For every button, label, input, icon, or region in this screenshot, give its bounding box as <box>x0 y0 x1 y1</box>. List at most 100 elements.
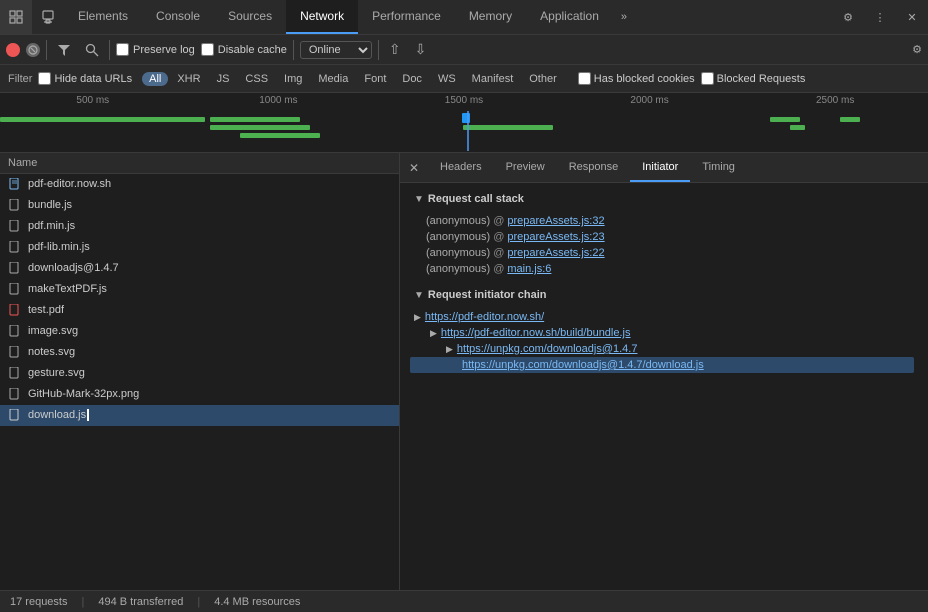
chain-triangle-2: ▶ <box>446 344 453 355</box>
clear-button[interactable] <box>26 43 40 57</box>
request-count: 17 requests <box>10 596 67 608</box>
file-type-icon <box>8 408 22 422</box>
timeline-label-0: 500 ms <box>0 95 186 106</box>
filter-pill-all[interactable]: All <box>142 72 168 86</box>
chain-link-0[interactable]: https://pdf-editor.now.sh/ <box>425 311 544 323</box>
tab-sources[interactable]: Sources <box>214 0 286 34</box>
search-icon[interactable] <box>81 41 103 59</box>
file-list-scroll[interactable]: pdf-editor.now.sh bundle.js pdf.min.js p… <box>0 174 399 590</box>
export-har-button[interactable]: ⇩ <box>411 41 431 58</box>
filter-pill-js[interactable]: JS <box>210 72 237 86</box>
timeline-label-1: 1000 ms <box>186 95 372 106</box>
call-stack-item: (anonymous) @ prepareAssets.js:23 <box>414 229 914 245</box>
timeline-label-2: 1500 ms <box>371 95 557 106</box>
file-row-selected[interactable]: download.js <box>0 405 399 426</box>
file-row[interactable]: GitHub-Mark-32px.png <box>0 384 399 405</box>
toolbar-divider-3 <box>293 40 294 60</box>
throttle-select[interactable]: Online Slow 3G Fast 3G <box>300 41 372 59</box>
chain-item-1[interactable]: ▶ https://pdf-editor.now.sh/build/bundle… <box>414 325 914 341</box>
file-type-icon <box>8 219 22 233</box>
file-row[interactable]: image.svg <box>0 321 399 342</box>
tab-elements[interactable]: Elements <box>64 0 142 34</box>
disable-cache-checkbox[interactable]: Disable cache <box>201 43 287 56</box>
filter-pill-img[interactable]: Img <box>277 72 309 86</box>
more-tabs-button[interactable]: » <box>613 0 635 34</box>
tab-preview[interactable]: Preview <box>494 153 557 182</box>
file-type-icon <box>8 366 22 380</box>
filter-pill-font[interactable]: Font <box>357 72 393 86</box>
filter-pill-css[interactable]: CSS <box>238 72 275 86</box>
close-detail-button[interactable]: ✕ <box>400 153 428 182</box>
status-bar: 17 requests | 494 B transferred | 4.4 MB… <box>0 590 928 612</box>
filter-pill-ws[interactable]: WS <box>431 72 463 86</box>
tab-performance[interactable]: Performance <box>358 0 455 34</box>
filter-pill-manifest[interactable]: Manifest <box>465 72 521 86</box>
file-row[interactable]: gesture.svg <box>0 363 399 384</box>
call-link-1[interactable]: prepareAssets.js:23 <box>507 231 604 243</box>
call-stack-item: (anonymous) @ prepareAssets.js:22 <box>414 245 914 261</box>
chain-item-0[interactable]: ▶ https://pdf-editor.now.sh/ <box>414 309 914 325</box>
file-type-icon <box>8 345 22 359</box>
preserve-log-checkbox[interactable]: Preserve log <box>116 43 195 56</box>
import-har-button[interactable]: ⇧ <box>385 41 405 58</box>
toolbar-divider-4 <box>378 40 379 60</box>
tab-console[interactable]: Console <box>142 0 214 34</box>
tab-timing[interactable]: Timing <box>690 153 747 182</box>
network-settings-button[interactable]: ⚙ <box>912 43 922 56</box>
collapse-triangle: ▼ <box>414 194 424 205</box>
tabs-right-icons: ⚙ ⋮ ✕ <box>832 0 928 34</box>
file-row[interactable]: pdf-editor.now.sh <box>0 174 399 195</box>
file-row[interactable]: pdf.min.js <box>0 216 399 237</box>
initiator-panel: ▼ Request call stack (anonymous) @ prepa… <box>400 183 928 590</box>
tab-headers[interactable]: Headers <box>428 153 494 182</box>
filter-label: Filter <box>8 73 32 85</box>
waterfall-chart <box>0 111 928 151</box>
chain-link-2[interactable]: https://unpkg.com/downloadjs@1.4.7 <box>457 343 638 355</box>
blocked-cookies-checkbox[interactable]: Has blocked cookies <box>578 72 695 85</box>
chain-item-3-highlighted[interactable]: https://unpkg.com/downloadjs@1.4.7/downl… <box>410 357 914 373</box>
blocked-requests-checkbox[interactable]: Blocked Requests <box>701 72 806 85</box>
filter-pill-media[interactable]: Media <box>311 72 355 86</box>
file-row[interactable]: bundle.js <box>0 195 399 216</box>
filter-pill-xhr[interactable]: XHR <box>170 72 207 86</box>
timeline-label-3: 2000 ms <box>557 95 743 106</box>
chain-link-1[interactable]: https://pdf-editor.now.sh/build/bundle.j… <box>441 327 631 339</box>
file-row[interactable]: makeTextPDF.js <box>0 279 399 300</box>
file-list-panel: Name pdf-editor.now.sh bundle.js pdf.min… <box>0 153 400 590</box>
filter-pill-doc[interactable]: Doc <box>395 72 429 86</box>
hide-data-urls-checkbox[interactable]: Hide data URLs <box>38 72 132 85</box>
tab-initiator[interactable]: Initiator <box>630 153 690 182</box>
tab-memory[interactable]: Memory <box>455 0 526 34</box>
file-row[interactable]: downloadjs@1.4.7 <box>0 258 399 279</box>
file-type-icon <box>8 177 22 191</box>
file-row[interactable]: notes.svg <box>0 342 399 363</box>
tab-network[interactable]: Network <box>286 0 358 34</box>
call-stack-item: (anonymous) @ main.js:6 <box>414 261 914 277</box>
call-link-0[interactable]: prepareAssets.js:32 <box>507 215 604 227</box>
tab-application[interactable]: Application <box>526 0 613 34</box>
call-link-3[interactable]: main.js:6 <box>507 263 551 275</box>
main-content: Name pdf-editor.now.sh bundle.js pdf.min… <box>0 153 928 590</box>
file-row[interactable]: pdf-lib.min.js <box>0 237 399 258</box>
close-icon[interactable]: ✕ <box>896 0 928 35</box>
more-options-icon[interactable]: ⋮ <box>864 0 896 35</box>
file-type-icon <box>8 240 22 254</box>
tab-response[interactable]: Response <box>557 153 631 182</box>
file-row[interactable]: test.pdf <box>0 300 399 321</box>
call-stack-header: ▼ Request call stack <box>414 193 914 205</box>
cursor-indicator <box>87 409 89 421</box>
timeline-area: 500 ms 1000 ms 1500 ms 2000 ms 2500 ms <box>0 93 928 153</box>
call-link-2[interactable]: prepareAssets.js:22 <box>507 247 604 259</box>
chain-triangle-1: ▶ <box>430 328 437 339</box>
settings-icon[interactable]: ⚙ <box>832 0 864 35</box>
filter-icon[interactable] <box>53 41 75 59</box>
inspect-icon[interactable] <box>0 0 32 34</box>
chain-item-2[interactable]: ▶ https://unpkg.com/downloadjs@1.4.7 <box>414 341 914 357</box>
file-type-icon <box>8 303 22 317</box>
filter-row: Filter Hide data URLs All XHR JS CSS Img… <box>0 65 928 93</box>
record-button[interactable] <box>6 43 20 57</box>
filter-pill-other[interactable]: Other <box>522 72 564 86</box>
chain-link-3[interactable]: https://unpkg.com/downloadjs@1.4.7/downl… <box>462 359 704 371</box>
status-sep-2: | <box>197 596 200 608</box>
device-icon[interactable] <box>32 0 64 34</box>
